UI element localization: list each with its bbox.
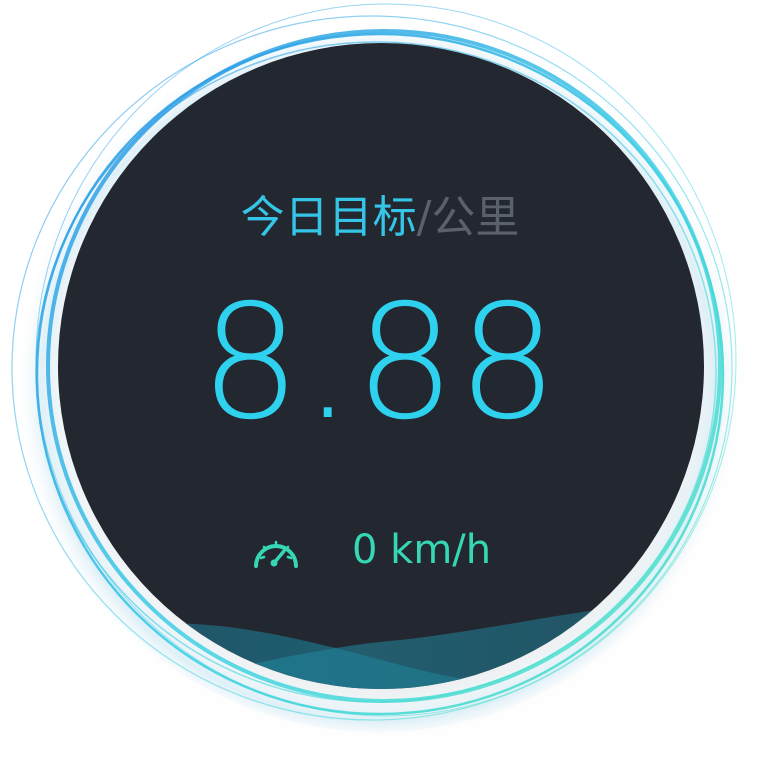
goal-label: 今日目标 (240, 192, 417, 243)
speed-dial-widget: 今日目标/公里 8.88 0 km/h (0, 0, 760, 780)
speed-row: 0 km/h (250, 526, 491, 574)
speed-value: 0 km/h (352, 527, 492, 573)
goal-title: 今日目标/公里 (0, 188, 760, 248)
speedometer-icon (250, 530, 302, 570)
goal-unit: /公里 (416, 192, 520, 243)
goal-value: 8.88 (200, 271, 560, 455)
